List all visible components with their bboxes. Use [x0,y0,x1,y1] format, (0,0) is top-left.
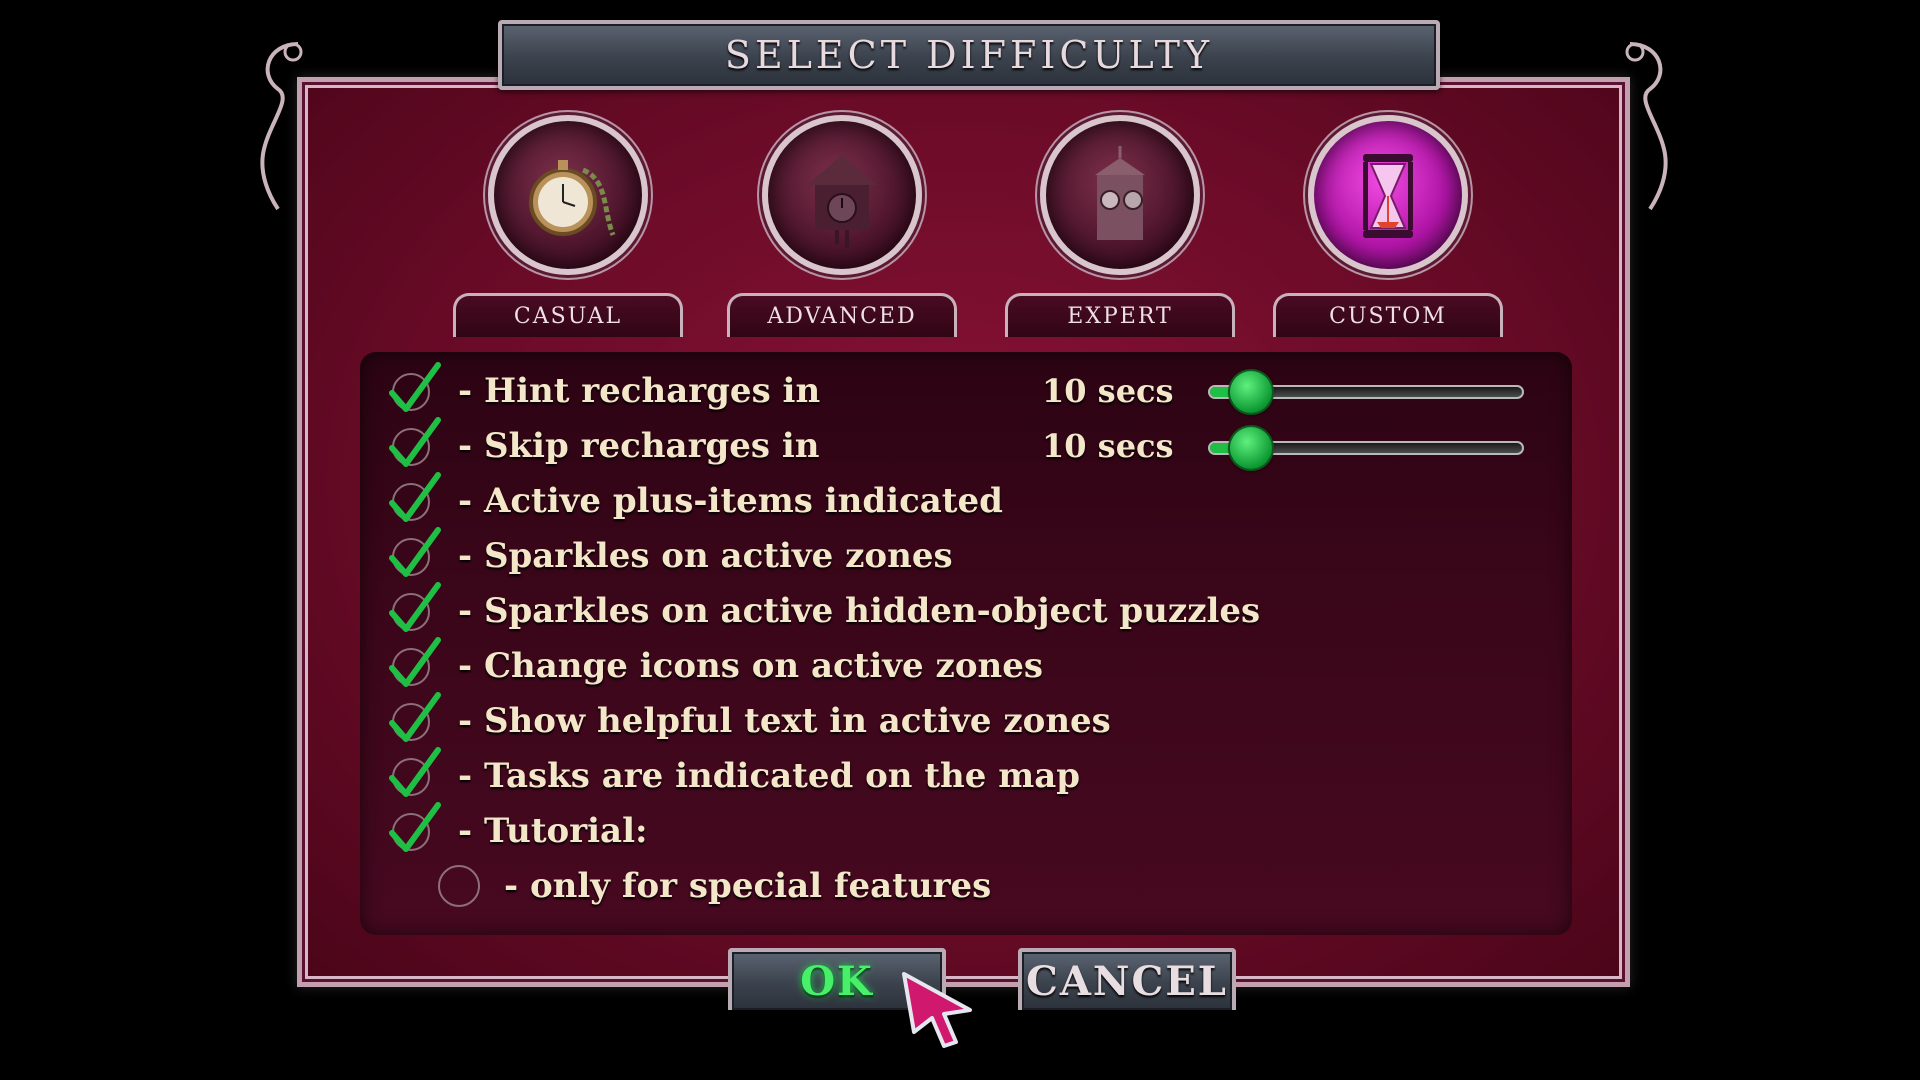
slider-thumb[interactable] [1229,427,1272,469]
mode-custom[interactable]: CUSTOM [1258,115,1518,345]
medallion-advanced[interactable] [762,115,922,275]
cancel-button-label: CANCEL [1026,957,1228,1005]
difficulty-screen: SELECT DIFFICULTY CASUAL ADVANCED EXPERT… [0,0,1920,1080]
tutorial-special-radio[interactable] [438,865,480,907]
skip-recharge-slider[interactable] [1208,427,1524,469]
medallion-expert[interactable] [1040,115,1200,275]
option-checkbox[interactable] [386,472,441,527]
skip-recharge-value: 10 secs [1042,427,1174,465]
option-label: - Active plus-items indicated [458,481,1003,521]
option-label: - Hint recharges in [458,371,821,411]
checkmark-icon [389,527,441,577]
option-checkbox[interactable] [386,582,441,637]
option-sparkles-zones[interactable]: - Sparkles on active zones [386,527,953,582]
mode-label: EXPERT [1067,304,1173,329]
mode-label-box[interactable]: EXPERT [1005,293,1235,337]
option-checkbox[interactable] [386,802,441,857]
option-skip-recharge[interactable]: - Skip recharges in [386,417,820,472]
option-plus-items[interactable]: - Active plus-items indicated [386,472,1003,527]
ok-button-label: OK [800,957,874,1005]
checkmark-icon [389,802,441,852]
option-checkbox[interactable] [386,417,441,472]
mode-casual[interactable]: CASUAL [438,115,698,345]
option-label: - Tutorial: [458,811,648,851]
pocket-watch-icon [529,160,616,236]
option-label: - Change icons on active zones [458,646,1044,686]
hourglass-icon [1363,154,1413,238]
option-hint-recharge[interactable]: - Hint recharges in [386,362,821,417]
option-checkbox[interactable] [386,362,441,417]
mode-label: ADVANCED [767,304,917,329]
mode-expert[interactable]: EXPERT [990,115,1250,345]
mode-label: CUSTOM [1329,304,1447,329]
dialog-title: SELECT DIFFICULTY [724,33,1214,77]
hint-recharge-slider[interactable] [1208,371,1524,413]
option-label: - only for special features [504,866,992,906]
mode-label-box[interactable]: CUSTOM [1273,293,1503,337]
checkmark-icon [389,637,441,687]
option-checkbox[interactable] [386,527,441,582]
options-panel: - Hint recharges in 10 secs - Skip recha… [360,352,1572,935]
mode-advanced[interactable]: ADVANCED [712,115,972,345]
option-label: - Sparkles on active hidden-object puzzl… [458,591,1261,631]
option-label: - Tasks are indicated on the map [458,756,1081,796]
option-tutorial-special[interactable]: - only for special features [438,861,991,911]
checkmark-icon [389,362,441,412]
cancel-button[interactable]: CANCEL [1018,948,1236,1010]
option-checkbox[interactable] [386,747,441,802]
checkmark-icon [389,582,441,632]
checkmark-icon [389,417,441,467]
option-label: - Skip recharges in [458,426,820,466]
option-sparkles-puzzles[interactable]: - Sparkles on active hidden-object puzzl… [386,582,1261,637]
medallion-custom[interactable] [1308,115,1468,275]
slider-thumb[interactable] [1229,371,1272,413]
mode-label-box[interactable]: CASUAL [453,293,683,337]
option-change-icons[interactable]: - Change icons on active zones [386,637,1044,692]
title-banner: SELECT DIFFICULTY [498,20,1440,90]
mode-label: CASUAL [513,304,623,329]
hint-recharge-value: 10 secs [1042,372,1174,410]
checkmark-icon [389,472,441,522]
cuckoo-clock-icon [807,155,877,248]
option-tutorial[interactable]: - Tutorial: [386,802,648,857]
pointer-cursor-icon [902,972,972,1048]
option-checkbox[interactable] [386,692,441,747]
option-label: - Sparkles on active zones [458,536,953,576]
medallion-casual[interactable] [488,115,648,275]
option-checkbox[interactable] [386,637,441,692]
option-tasks-map[interactable]: - Tasks are indicated on the map [386,747,1081,802]
option-label: - Show helpful text in active zones [458,701,1111,741]
mode-label-box[interactable]: ADVANCED [727,293,957,337]
option-helpful-text[interactable]: - Show helpful text in active zones [386,692,1111,747]
clock-tower-icon [1095,146,1145,240]
checkmark-icon [389,747,441,797]
checkmark-icon [389,692,441,742]
